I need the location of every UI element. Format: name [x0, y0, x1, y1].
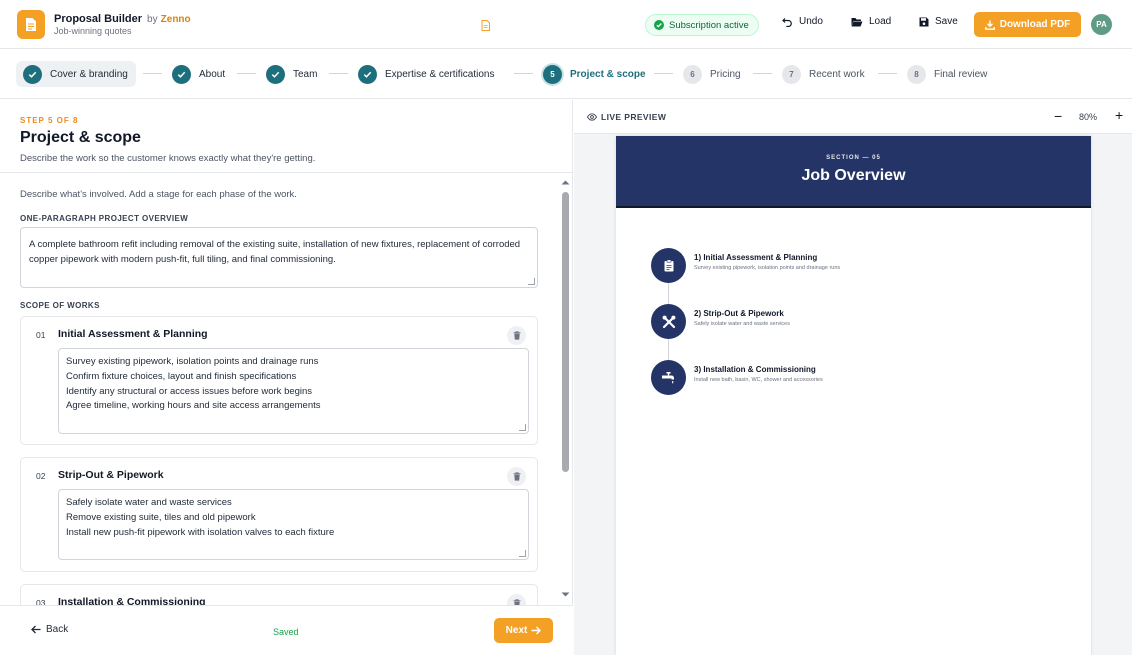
brand-vendor: Zenno	[160, 14, 191, 25]
form-scroll-area[interactable]: Describe what's involved. Add a stage fo…	[0, 173, 573, 605]
stage-title[interactable]: Initial Assessment & Planning	[58, 328, 208, 340]
step-connector	[654, 73, 673, 74]
preview-toolbar: LIVE PREVIEW − 80% +	[574, 100, 1132, 134]
step-connector	[514, 73, 533, 74]
intro-text: Describe what's involved. Add a stage fo…	[20, 189, 297, 200]
step-connector	[329, 73, 348, 74]
save-button[interactable]: Save	[919, 16, 958, 27]
stage-number: 01	[36, 330, 46, 340]
check-circle-icon	[654, 20, 664, 30]
preview-page: SECTION — 05 Job Overview 1) Initial Ass…	[616, 136, 1091, 655]
document-status-icon	[481, 18, 490, 36]
form-scrollbar[interactable]	[560, 176, 571, 604]
stage-tasks-textarea[interactable]: Survey existing pipework, isolation poin…	[58, 348, 529, 434]
app-header: Proposal Builder by Zenno Job-winning quo…	[0, 0, 1132, 49]
delete-stage-button[interactable]	[507, 326, 526, 345]
document-icon	[26, 18, 36, 31]
save-status: Saved	[273, 627, 299, 637]
check-icon	[358, 64, 377, 84]
trash-icon	[513, 472, 520, 481]
check-icon	[23, 64, 42, 84]
overview-label: ONE-PARAGRAPH PROJECT OVERVIEW	[20, 214, 189, 223]
zoom-out-button[interactable]: −	[1054, 108, 1062, 124]
download-pdf-button[interactable]: Download PDF	[974, 12, 1081, 37]
scroll-up-arrow-icon[interactable]	[560, 179, 571, 186]
check-icon	[266, 64, 285, 84]
page-title: Project & scope	[20, 129, 141, 146]
undo-button[interactable]: Undo	[782, 16, 823, 27]
faucet-icon	[651, 360, 686, 395]
preview-label: LIVE PREVIEW	[587, 112, 666, 122]
section-kicker: SECTION — 05	[826, 155, 881, 161]
load-button[interactable]: Load	[851, 16, 891, 27]
brand-title: Proposal Builder by Zenno	[54, 13, 191, 25]
check-icon	[172, 64, 191, 84]
arrow-right-icon	[531, 626, 542, 635]
step-project-scope[interactable]: 5 Project & scope	[543, 61, 646, 87]
save-icon	[919, 17, 929, 26]
arrow-left-icon	[31, 625, 41, 634]
step-connector	[753, 73, 772, 74]
delete-stage-button[interactable]	[507, 467, 526, 486]
next-button[interactable]: Next	[494, 618, 553, 643]
step-pricing[interactable]: 6 Pricing	[683, 61, 741, 87]
subscription-badge: Subscription active	[645, 14, 759, 36]
section-header: SECTION — 05 Job Overview	[616, 136, 1091, 208]
progress-stepper: Cover & branding About Team Expertise & …	[0, 50, 1132, 99]
scope-label: SCOPE OF WORKS	[20, 301, 100, 310]
resize-handle[interactable]	[528, 278, 535, 285]
stage-tasks-textarea[interactable]: Safely isolate water and waste services …	[58, 489, 529, 560]
overview-textarea[interactable]: A complete bathroom refit including remo…	[20, 227, 538, 288]
stage-number: 03	[36, 598, 46, 605]
stage-card: 03 Installation & Commissioning	[20, 584, 538, 605]
form-panel: STEP 5 OF 8 Project & scope Describe the…	[0, 100, 573, 655]
brand-subtitle: Job-winning quotes	[54, 26, 132, 36]
scroll-down-arrow-icon[interactable]	[560, 591, 571, 598]
stage-card: 01 Initial Assessment & Planning Survey …	[20, 316, 538, 445]
app-logo	[17, 10, 45, 39]
stage-card: 02 Strip-Out & Pipework Safely isolate w…	[20, 457, 538, 572]
resize-handle[interactable]	[519, 550, 526, 557]
clipboard-icon	[651, 248, 686, 283]
eye-icon	[587, 113, 597, 121]
section-title: Job Overview	[801, 167, 906, 184]
step-final-review[interactable]: 8 Final review	[907, 61, 987, 87]
step-expertise[interactable]: Expertise & certifications	[358, 61, 495, 87]
delete-stage-button[interactable]	[507, 594, 526, 605]
tools-icon	[651, 304, 686, 339]
user-avatar[interactable]: PA	[1091, 14, 1112, 35]
step-cover-branding[interactable]: Cover & branding	[16, 61, 136, 87]
resize-handle[interactable]	[519, 424, 526, 431]
stage-number: 02	[36, 471, 46, 481]
form-footer: Back Saved Next	[0, 605, 573, 655]
zoom-level: 80%	[1079, 112, 1098, 122]
download-icon	[984, 20, 995, 30]
step-about[interactable]: About	[172, 61, 225, 87]
step-team[interactable]: Team	[266, 61, 317, 87]
scrollbar-thumb[interactable]	[562, 192, 569, 472]
stage-title[interactable]: Installation & Commissioning	[58, 596, 206, 605]
back-button[interactable]: Back	[31, 624, 68, 635]
zoom-in-button[interactable]: +	[1115, 107, 1123, 123]
stage-title[interactable]: Strip-Out & Pipework	[58, 469, 164, 481]
step-connector	[143, 73, 162, 74]
page-description: Describe the work so the customer knows …	[20, 153, 316, 164]
step-connector	[237, 73, 256, 74]
undo-icon	[782, 18, 792, 27]
trash-icon	[513, 331, 520, 340]
step-recent-work[interactable]: 7 Recent work	[782, 61, 865, 87]
step-kicker: STEP 5 OF 8	[20, 116, 79, 125]
folder-open-icon	[851, 17, 863, 26]
preview-panel: LIVE PREVIEW − 80% + SECTION — 05 Job Ov…	[574, 100, 1132, 655]
step-connector	[878, 73, 897, 74]
